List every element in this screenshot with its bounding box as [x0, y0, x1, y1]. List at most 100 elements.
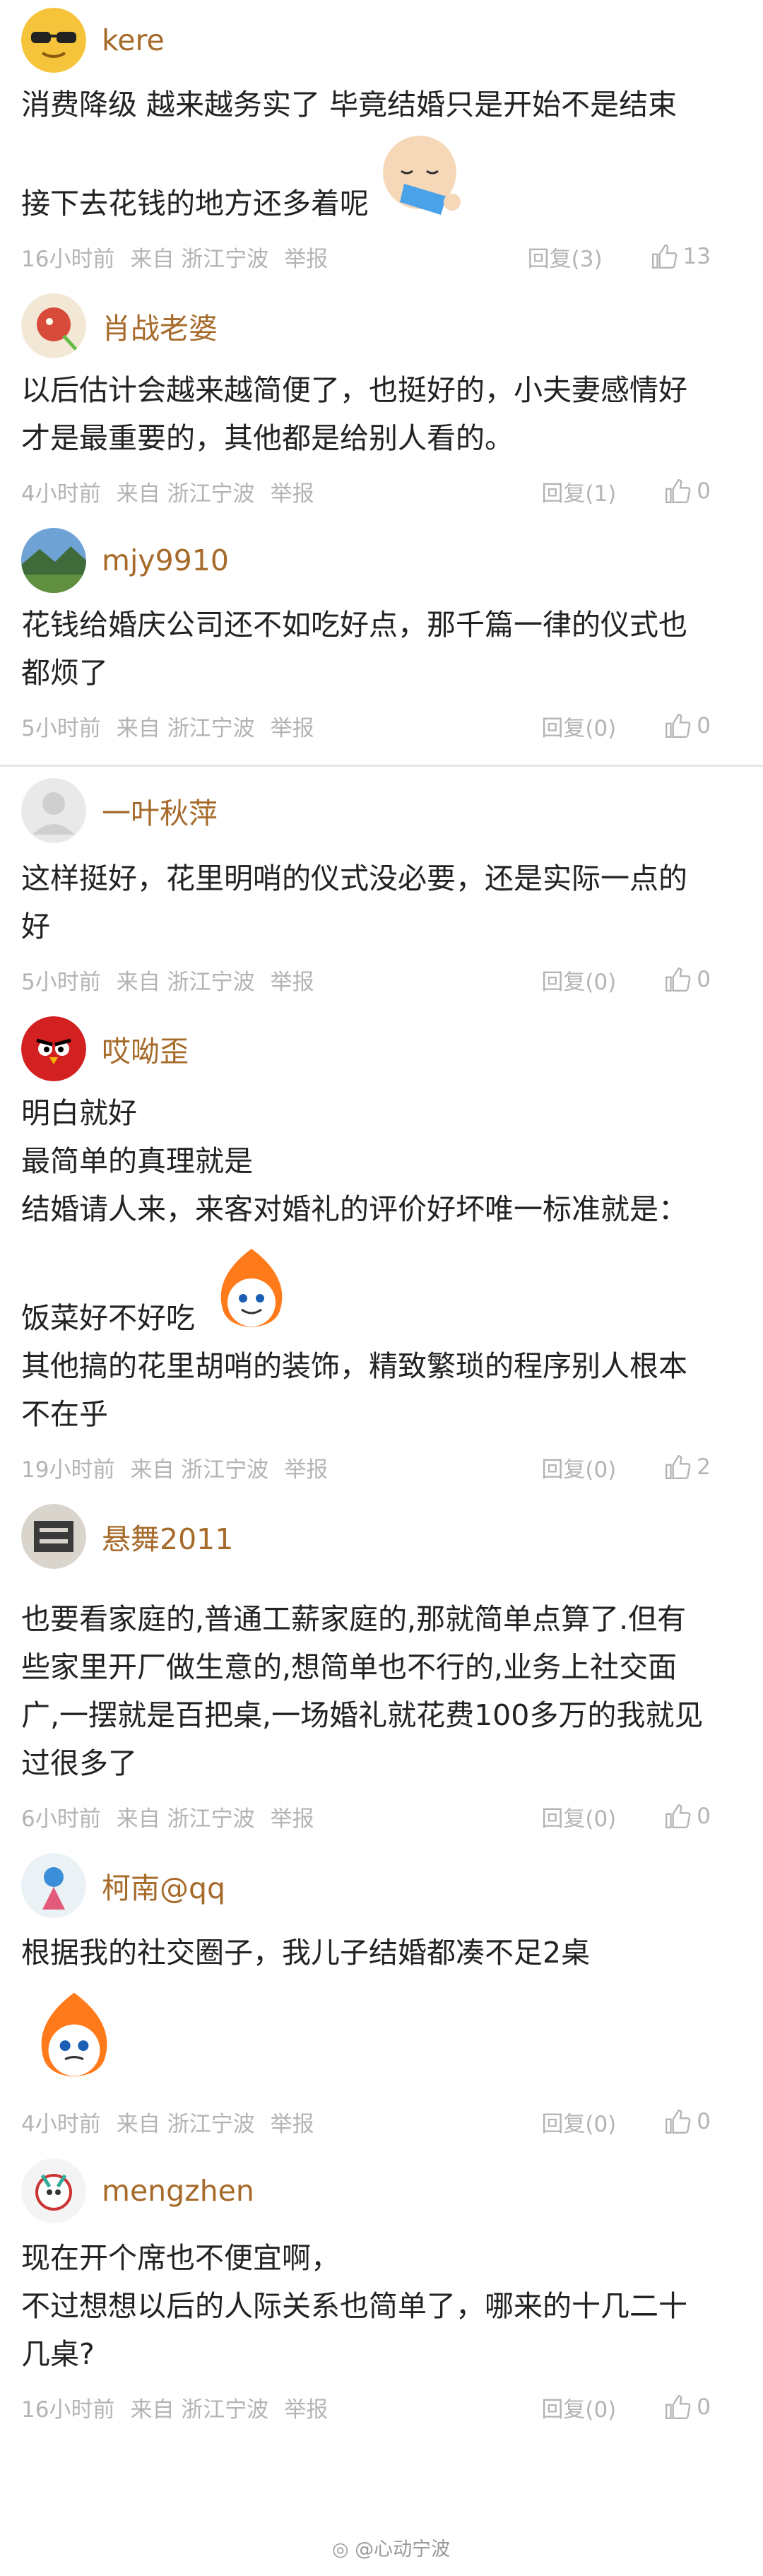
location: 来自 浙江宁波	[130, 2396, 269, 2423]
comment-item: mengzhen 现在开个席也不便宜啊， 不过想想以后的人际关系也简单了，哪来的…	[0, 2151, 763, 2436]
reply-button[interactable]: 回复(0)	[541, 1801, 616, 1833]
username[interactable]: kere	[102, 23, 165, 57]
username[interactable]: 一叶秋萍	[102, 789, 218, 832]
comment-item: 一叶秋萍 这样挺好，花里明哨的仪式没必要，还是实际一点的 好 5小时前 来自 浙…	[0, 767, 763, 1008]
location: 来自 浙江宁波	[130, 1457, 269, 1483]
report-link[interactable]: 举报	[271, 476, 314, 507]
thumbs-up-icon	[666, 478, 691, 504]
like-count: 0	[697, 713, 711, 739]
username[interactable]: 肖战老婆	[102, 305, 218, 347]
comment-text: 明白就好 最简单的真理就是 结婚请人来，来客对婚礼的评价好坏唯一标准就是： 饭菜…	[21, 1089, 742, 1438]
reply-button[interactable]: 回复(3)	[528, 241, 603, 273]
report-link[interactable]: 举报	[284, 2392, 328, 2423]
like-button[interactable]: 0	[664, 966, 726, 993]
avatar[interactable]	[21, 8, 86, 73]
watermark: ◎ @心动宁波	[332, 2534, 450, 2561]
comment-line: 广,一摆就是百把桌,一场婚礼就花费100多万的我就见	[21, 1698, 704, 1732]
location: 来自 浙江宁波	[116, 1806, 255, 1832]
comment-line: 消费降级 越来越务实了 毕竟结婚只是开始不是结束	[21, 88, 678, 122]
reply-button[interactable]: 回复(0)	[541, 1452, 616, 1483]
avatar[interactable]	[21, 1016, 86, 1081]
like-button[interactable]: 2	[664, 1454, 726, 1481]
comment-meta: 4小时前 来自 浙江宁波 举报 回复(0) 0	[21, 2093, 742, 2151]
avatar[interactable]	[21, 778, 86, 843]
like-button[interactable]: 0	[664, 1803, 726, 1830]
thumbs-up-icon	[666, 1804, 691, 1829]
reply-button[interactable]: 回复(0)	[541, 964, 616, 996]
like-button[interactable]: 13	[651, 243, 726, 270]
comment-item: mjy9910 花钱给婚庆公司还不如吃好点，那千篇一律的仪式也 都烦了 5小时前…	[0, 520, 763, 755]
comment-line: 也要看家庭的,普通工薪家庭的,那就简单点算了.但有	[21, 1602, 687, 1636]
reply-button[interactable]: 回复(0)	[541, 710, 616, 742]
comment-line: 这样挺好，花里明哨的仪式没必要，还是实际一点的	[21, 861, 687, 895]
comment-text: 消费降级 越来越务实了 毕竟结婚只是开始不是结束 接下去花钱的地方还多着呢	[21, 81, 742, 228]
fire-face-sticker	[202, 1243, 301, 1342]
location: 来自 浙江宁波	[116, 481, 255, 507]
timestamp: 16小时前	[21, 2396, 115, 2423]
comment-line: 不过想想以后的人际关系也简单了，哪来的十几二十	[21, 2289, 687, 2323]
like-count: 0	[697, 2394, 711, 2420]
avatar[interactable]	[21, 293, 86, 358]
comment-item: 肖战老婆 以后估计会越来越简便了，也挺好的，小夫妻感情好 才是最重要的，其他都是…	[0, 286, 763, 520]
comment-line: 其他搞的花里胡哨的装饰，精致繁琐的程序别人根本	[21, 1349, 687, 1383]
comment-line-text: 接下去花钱的地方还多着呢	[21, 187, 369, 220]
sleepy-emoji-sticker	[376, 129, 475, 228]
report-link[interactable]: 举报	[284, 241, 328, 273]
comment-line: 结婚请人来，来客对婚礼的评价好坏唯一标准就是：	[21, 1192, 687, 1226]
username[interactable]: mjy9910	[102, 543, 229, 577]
report-link[interactable]: 举报	[271, 710, 314, 742]
comment-line: 才是最重要的，其他都是给别人看的。	[21, 421, 514, 455]
comment-item: kere 消费降级 越来越务实了 毕竟结婚只是开始不是结束 接下去花钱的地方还多…	[0, 0, 763, 286]
comment-text: 这样挺好，花里明哨的仪式没必要，还是实际一点的 好	[21, 854, 742, 951]
comment-line: 以后估计会越来越简便了，也挺好的，小夫妻感情好	[21, 373, 687, 407]
comment-line: 现在开个席也不便宜啊，	[21, 2241, 340, 2275]
avatar[interactable]	[21, 1504, 86, 1569]
comment-line: 都烦了	[21, 656, 108, 690]
avatar[interactable]	[21, 1853, 86, 1918]
comment-line: 饭菜好不好吃	[21, 1243, 742, 1342]
username[interactable]: mengzhen	[102, 2174, 254, 2208]
reply-button[interactable]: 回复(0)	[541, 2106, 616, 2138]
report-link[interactable]: 举报	[271, 964, 314, 996]
location: 来自 浙江宁波	[116, 2111, 255, 2137]
like-count: 13	[682, 244, 711, 269]
report-link[interactable]: 举报	[271, 2106, 314, 2138]
report-link[interactable]: 举报	[271, 1801, 314, 1833]
like-count: 2	[697, 1454, 711, 1480]
comment-meta: 16小时前 来自 浙江宁波 举报 回复(0) 0	[21, 2378, 742, 2436]
thumbs-up-icon	[651, 244, 677, 269]
comment-line-text: 饭菜好不好吃	[21, 1301, 195, 1335]
comment-line: 根据我的社交圈子，我儿子结婚都凑不足2桌	[21, 1936, 591, 1970]
comment-line: 些家里开厂做生意的,想简单也不行的,业务上社交面	[21, 1650, 678, 1684]
reply-button[interactable]: 回复(1)	[541, 476, 616, 507]
username[interactable]: 哎呦歪	[102, 1028, 189, 1070]
comment-line: 不在乎	[21, 1397, 108, 1431]
location: 来自 浙江宁波	[130, 246, 269, 272]
comment-meta: 19小时前 来自 浙江宁波 举报 回复(0) 2	[21, 1438, 742, 1496]
thumbs-up-icon	[666, 2394, 691, 2420]
comment-text: 花钱给婚庆公司还不如吃好点，那千篇一律的仪式也 都烦了	[21, 601, 742, 697]
username[interactable]: 悬舞2011	[102, 1515, 233, 1558]
watermark-text: @心动宁波	[355, 2539, 451, 2560]
report-link[interactable]: 举报	[284, 1452, 328, 1483]
like-count: 0	[697, 967, 711, 992]
reply-button[interactable]: 回复(0)	[541, 2392, 616, 2423]
comment-line: 好	[21, 910, 50, 943]
like-button[interactable]: 0	[664, 712, 726, 739]
comment-meta: 6小时前 来自 浙江宁波 举报 回复(0) 0	[21, 1787, 742, 1845]
comment-line: 过很多了	[21, 1746, 137, 1780]
thumbs-up-icon	[666, 967, 691, 992]
thumbs-up-icon	[666, 1454, 691, 1480]
timestamp: 16小时前	[21, 246, 115, 272]
timestamp: 4小时前	[21, 481, 101, 507]
like-button[interactable]: 0	[664, 2394, 726, 2421]
avatar[interactable]	[21, 2158, 86, 2223]
avatar[interactable]	[21, 528, 86, 593]
username[interactable]: 柯南@qq	[102, 1864, 225, 1907]
timestamp: 4小时前	[21, 2111, 101, 2137]
comment-text: 现在开个席也不便宜啊， 不过想想以后的人际关系也简单了，哪来的十几二十 几桌?	[21, 2234, 742, 2378]
comment-item: 哎呦歪 明白就好 最简单的真理就是 结婚请人来，来客对婚礼的评价好坏唯一标准就是…	[0, 1008, 763, 1496]
like-button[interactable]: 0	[664, 2108, 726, 2135]
comment-item: 柯南@qq 根据我的社交圈子，我儿子结婚都凑不足2桌 4小时前 来自 浙江宁波 …	[0, 1845, 763, 2151]
like-button[interactable]: 0	[664, 478, 726, 505]
